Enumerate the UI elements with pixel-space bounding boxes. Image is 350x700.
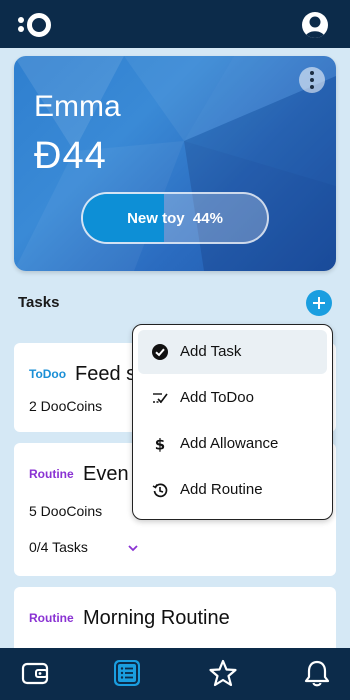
star-icon[interactable] — [208, 658, 238, 688]
task-title: Feed s — [75, 363, 137, 385]
menu-item-label: Add Routine — [180, 481, 263, 498]
task-title: Even — [83, 463, 129, 485]
add-button[interactable] — [306, 290, 332, 316]
app-logo-icon — [18, 13, 51, 37]
checklist-icon — [153, 393, 168, 404]
task-type-badge: Routine — [29, 611, 74, 625]
menu-item-label: Add Task — [180, 343, 242, 360]
tasks-heading: Tasks — [18, 294, 60, 311]
task-type-badge: ToDoo — [29, 367, 67, 381]
child-balance-card[interactable]: Emma Ɖ44 New toy 44% — [14, 56, 336, 271]
bell-icon[interactable] — [302, 658, 332, 688]
list-icon[interactable] — [112, 658, 142, 688]
menu-item-label: Add ToDoo — [180, 389, 254, 406]
chevron-down-icon[interactable] — [127, 544, 139, 552]
task-reward: 5 DooCoins — [29, 503, 103, 519]
profile-avatar-icon[interactable] — [302, 12, 328, 38]
task-type-badge: Routine — [29, 467, 74, 481]
child-name: Emma — [34, 90, 121, 123]
menu-item-add-task[interactable]: Add Task — [138, 330, 327, 374]
svg-text:$: $ — [155, 436, 165, 454]
top-bar — [0, 0, 350, 48]
menu-item-label: Add Allowance — [180, 435, 279, 452]
wallet-icon[interactable] — [20, 658, 50, 688]
dollar-icon: $ — [155, 436, 165, 454]
coin-balance: Ɖ44 — [34, 135, 107, 177]
menu-item-add-todoo[interactable]: Add ToDoo — [138, 376, 327, 420]
check-circle-icon — [152, 344, 168, 360]
menu-item-add-routine[interactable]: Add Routine — [138, 468, 327, 512]
task-reward: 2 DooCoins — [29, 398, 103, 414]
add-menu: Add Task Add ToDoo $ Add Allowance Add R… — [132, 324, 333, 520]
plus-icon — [313, 297, 325, 309]
subtask-count: 0/4 Tasks — [29, 539, 88, 555]
menu-item-add-allowance[interactable]: $ Add Allowance — [138, 422, 327, 466]
goal-label: New toy 44% — [127, 209, 223, 227]
savings-goal-button[interactable]: New toy 44% — [81, 192, 269, 244]
bottom-nav — [0, 648, 350, 700]
routine-icon — [152, 483, 168, 498]
more-options-icon[interactable] — [299, 67, 325, 93]
task-title: Morning Routine — [83, 607, 230, 629]
